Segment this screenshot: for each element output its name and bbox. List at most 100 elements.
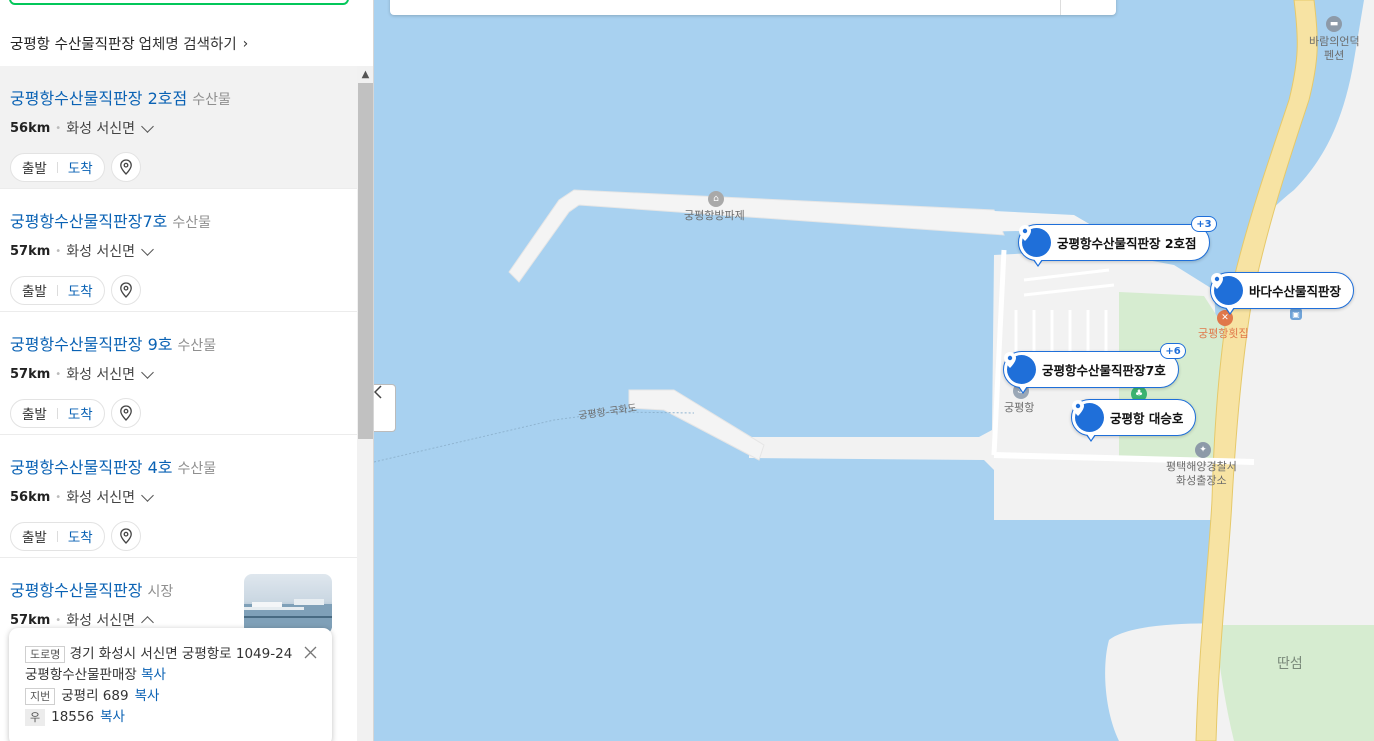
pension-label-line2[interactable]: 펜션 (1324, 47, 1344, 63)
separator-dot: • (55, 368, 62, 380)
port-label[interactable]: 궁평항 (1004, 399, 1034, 415)
place-name[interactable]: 궁평항수산물직판장 (10, 577, 142, 601)
map-pin-button[interactable] (110, 275, 141, 305)
map-marker[interactable]: 궁평항 대승호 (1071, 399, 1197, 442)
marker-count-badge: +6 (1160, 343, 1186, 359)
close-icon[interactable] (304, 646, 317, 659)
place-name[interactable]: 궁평항수산물직판장 2호점 (10, 85, 187, 109)
search-link-text: 업체명 검색하기 (138, 37, 237, 53)
divider (56, 407, 58, 419)
map-canvas[interactable]: ⌂ 궁평항방파제 궁평항-국화도 ⚓ 궁평항 ♣ ✕ 궁평항횟집 ▣ ✦ 평택해… (374, 0, 1374, 741)
distance: 56km (10, 120, 51, 136)
search-box-bottom[interactable] (9, 0, 349, 5)
divider (56, 530, 58, 542)
lodging-icon[interactable]: ▬ (1326, 16, 1342, 32)
map-pin-button[interactable] (110, 521, 141, 551)
route-buttons: 출발 도착 (10, 275, 105, 305)
arrive-button[interactable]: 도착 (68, 526, 93, 546)
copy-road-address-button[interactable]: 복사 (141, 667, 166, 683)
chevron-down-icon[interactable] (141, 119, 154, 133)
bus-stop-icon[interactable]: ▣ (1290, 308, 1302, 320)
marker-label: 궁평항 대승호 (1110, 411, 1184, 426)
marker-label: 궁평항수산물직판장 2호점 (1057, 236, 1197, 251)
distance: 57km (10, 612, 51, 628)
search-keyword: 궁평항 수산물직판장 (10, 37, 135, 53)
scroll-up-arrow-icon[interactable]: ▲ (357, 66, 373, 83)
area: 화성 서신면 (66, 244, 136, 260)
distance: 57km (10, 366, 51, 382)
breakwater-label[interactable]: 궁평항방파제 (684, 207, 745, 223)
place-category: 수산물 (177, 461, 217, 477)
zip-tag: 우 (25, 709, 46, 726)
arrive-button[interactable]: 도착 (68, 157, 93, 177)
map-top-toolbar[interactable] (390, 0, 1116, 15)
lot-address: 궁평리 689 (61, 688, 129, 704)
list-item[interactable]: 궁평항수산물직판장 9호 수산물 57km • 화성 서신면 출발 도착 (0, 312, 357, 435)
divider (1060, 0, 1061, 15)
arrive-button[interactable]: 도착 (68, 280, 93, 300)
marker-tail (1018, 386, 1028, 394)
depart-button[interactable]: 출발 (22, 280, 47, 300)
place-name[interactable]: 궁평항수산물직판장 9호 (10, 331, 172, 355)
place-thumbnail[interactable] (244, 574, 332, 634)
map-pin-icon (1004, 352, 1036, 384)
road-address-tag: 도로명 (25, 646, 66, 663)
chevron-left-icon (374, 385, 382, 399)
separator-dot: • (55, 614, 62, 626)
chevron-down-icon[interactable] (141, 488, 154, 502)
list-item[interactable]: 궁평항수산물직판장 4호 수산물 56km • 화성 서신면 출발 도착 (0, 435, 357, 558)
marker-label: 궁평항수산물직판장7호 (1042, 363, 1166, 378)
place-category: 시장 (147, 584, 174, 600)
police-icon[interactable]: ✦ (1195, 442, 1211, 458)
arrive-button[interactable]: 도착 (68, 403, 93, 423)
chevron-down-icon[interactable] (141, 365, 154, 379)
place-category: 수산물 (177, 338, 217, 354)
map-pin-icon (119, 159, 132, 175)
chevron-down-icon[interactable] (141, 242, 154, 256)
map-pin-icon (119, 528, 132, 544)
map-pin-button[interactable] (110, 152, 141, 182)
scrollbar-thumb[interactable] (358, 83, 373, 439)
business-name-search-link[interactable]: 궁평항 수산물직판장 업체명 검색하기 › (10, 33, 248, 54)
copy-zip-button[interactable]: 복사 (100, 707, 125, 728)
list-item[interactable]: 궁평항수산물직판장 2호점 수산물 56km • 화성 서신면 출발 도착 (0, 66, 357, 189)
place-category: 수산물 (192, 92, 231, 108)
route-buttons: 출발 도착 (10, 398, 105, 428)
island-label[interactable]: 딴섬 (1277, 653, 1303, 673)
separator-dot: • (55, 491, 62, 503)
map-marker[interactable]: 궁평항수산물직판장7호 +6 (1003, 343, 1186, 394)
address-popup: 도로명 경기 화성시 서신면 궁평항로 1049-24 궁평항수산물판매장 복사… (9, 628, 332, 741)
map-marker[interactable]: 궁평항수산물직판장 2호점 +3 (1018, 216, 1217, 267)
map-pin-button[interactable] (110, 398, 141, 428)
map-pin-icon (119, 405, 132, 421)
place-name[interactable]: 궁평항수산물직판장 4호 (10, 454, 172, 478)
breakwater-icon[interactable]: ⌂ (708, 191, 724, 207)
separator-dot: • (55, 122, 62, 134)
marker-tail (1086, 434, 1096, 442)
list-item[interactable]: 궁평항수산물직판장7호 수산물 57km • 화성 서신면 출발 도착 (0, 189, 357, 312)
distance: 56km (10, 489, 51, 505)
place-category: 수산물 (172, 215, 212, 231)
depart-button[interactable]: 출발 (22, 526, 47, 546)
scrollbar[interactable]: ▲ (357, 66, 373, 741)
depart-button[interactable]: 출발 (22, 157, 47, 177)
copy-lot-address-button[interactable]: 복사 (135, 686, 160, 707)
depart-button[interactable]: 출발 (22, 403, 47, 423)
zip-code: 18556 (51, 709, 95, 725)
restaurant-label[interactable]: 궁평항횟집 (1198, 325, 1249, 341)
chevron-up-icon[interactable] (141, 615, 154, 629)
marker-tail (1033, 259, 1043, 267)
area: 화성 서신면 (66, 121, 136, 137)
map-base-layer (374, 0, 1374, 741)
place-name[interactable]: 궁평항수산물직판장7호 (10, 208, 167, 232)
divider (56, 161, 58, 173)
lot-address-tag: 지번 (25, 688, 56, 705)
police-label-line2[interactable]: 화성출장소 (1176, 472, 1227, 488)
map-marker[interactable]: 바다수산물직판장 (1210, 272, 1355, 315)
harbor-photo (244, 599, 332, 634)
divider (56, 284, 58, 296)
separator-dot: • (55, 245, 62, 257)
collapse-panel-button[interactable] (374, 384, 396, 432)
marker-label: 바다수산물직판장 (1249, 284, 1342, 299)
marker-tail (1225, 307, 1235, 315)
